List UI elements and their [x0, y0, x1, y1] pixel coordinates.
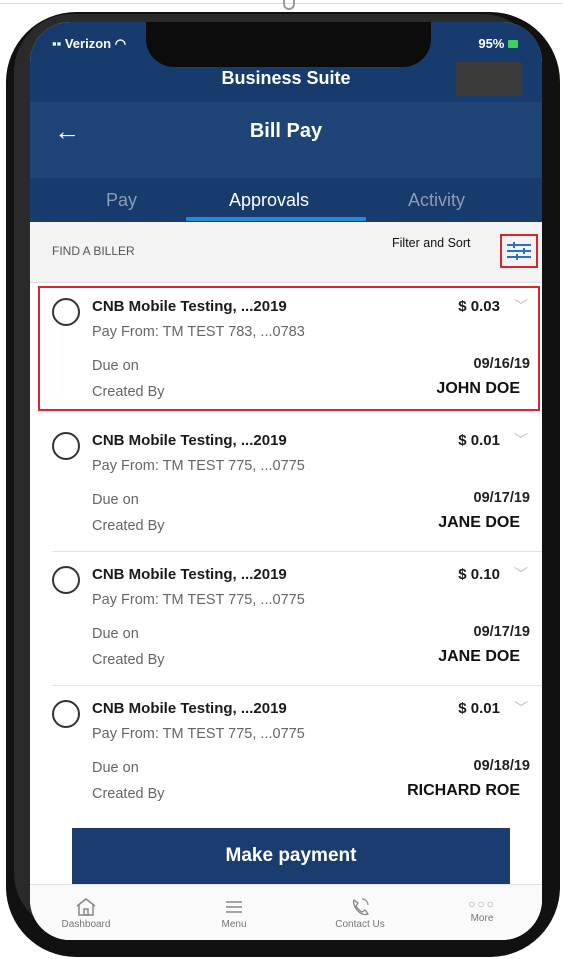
- amount: $ 0.01: [458, 432, 500, 449]
- tab-activity[interactable]: Activity: [408, 190, 465, 211]
- status-battery: 95%: [478, 36, 518, 51]
- sliders-icon: [507, 242, 531, 260]
- amount: $ 0.01: [458, 700, 500, 717]
- biller-name: CNB Mobile Testing, ...2019: [92, 700, 287, 717]
- due-label: Due on: [92, 492, 139, 508]
- find-biller-link[interactable]: FIND A BILLER: [52, 244, 135, 258]
- select-radio[interactable]: [52, 700, 80, 728]
- pay-from: Pay From: TM TEST 775, ...0775: [92, 458, 305, 474]
- nav-menu[interactable]: Menu: [194, 897, 274, 930]
- due-label: Due on: [92, 626, 139, 642]
- nav-more[interactable]: ○○○ More: [442, 897, 522, 924]
- wifi-icon: ◠: [114, 36, 127, 51]
- phone-icon: [352, 898, 369, 916]
- tab-approvals[interactable]: Approvals: [229, 190, 309, 211]
- pay-from: Pay From: TM TEST 775, ...0775: [92, 592, 305, 608]
- home-icon: [76, 898, 96, 916]
- tab-pay[interactable]: Pay: [106, 190, 137, 211]
- nav-dashboard[interactable]: Dashboard: [46, 897, 126, 930]
- active-tab-indicator: [186, 217, 366, 221]
- approval-item[interactable]: CNB Mobile Testing, ...2019 Pay From: TM…: [30, 418, 542, 552]
- speaker-notch-mark: [283, 0, 295, 10]
- phone-screen: ▪▪ Verizon ◠ 95% Business Suite ← Bill P…: [30, 22, 542, 940]
- amount: $ 0.10: [458, 566, 500, 583]
- biller-name: CNB Mobile Testing, ...2019: [92, 432, 287, 449]
- top-divider-line: [0, 3, 563, 4]
- chevron-down-icon[interactable]: ﹀: [514, 564, 528, 584]
- status-carrier: ▪▪ Verizon ◠: [52, 36, 127, 51]
- created-by-name: RICHARD ROE: [407, 782, 520, 799]
- battery-icon: [508, 40, 518, 48]
- created-by-label: Created By: [92, 652, 165, 668]
- due-date: 09/17/19: [473, 624, 530, 640]
- tab-bar: Pay Approvals Activity: [30, 178, 542, 222]
- nav-contact-us[interactable]: Contact Us: [320, 897, 400, 930]
- approval-item[interactable]: CNB Mobile Testing, ...2019 Pay From: TM…: [30, 686, 542, 820]
- signal-icon: ▪▪: [52, 36, 62, 51]
- page-title: Bill Pay: [249, 120, 323, 142]
- filter-sort-button[interactable]: [500, 234, 538, 268]
- chevron-down-icon[interactable]: ﹀: [514, 698, 528, 718]
- select-radio[interactable]: [52, 432, 80, 460]
- menu-icon: [226, 901, 242, 913]
- created-by-name: JANE DOE: [438, 648, 520, 665]
- make-payment-button[interactable]: Make payment: [72, 828, 510, 884]
- created-by-label: Created By: [92, 518, 165, 534]
- bottom-nav: Dashboard Menu Contact Us ○○○ More: [30, 884, 542, 940]
- chevron-down-icon[interactable]: ﹀: [514, 430, 528, 450]
- created-by-label: Created By: [92, 786, 165, 802]
- camera-notch: [146, 22, 431, 67]
- pay-from: Pay From: TM TEST 775, ...0775: [92, 726, 305, 742]
- due-date: 09/17/19: [473, 490, 530, 506]
- approval-item[interactable]: CNB Mobile Testing, ...2019 Pay From: TM…: [30, 552, 542, 686]
- profile-avatar-block[interactable]: [456, 62, 522, 96]
- due-date: 09/18/19: [473, 758, 530, 774]
- created-by-name: JANE DOE: [438, 514, 520, 531]
- select-radio[interactable]: [52, 566, 80, 594]
- due-label: Due on: [92, 760, 139, 776]
- more-dots-icon: ○○○: [468, 897, 496, 911]
- filter-sort-label[interactable]: Filter and Sort: [392, 236, 471, 250]
- biller-name: CNB Mobile Testing, ...2019: [92, 566, 287, 583]
- highlight-box: [38, 286, 540, 411]
